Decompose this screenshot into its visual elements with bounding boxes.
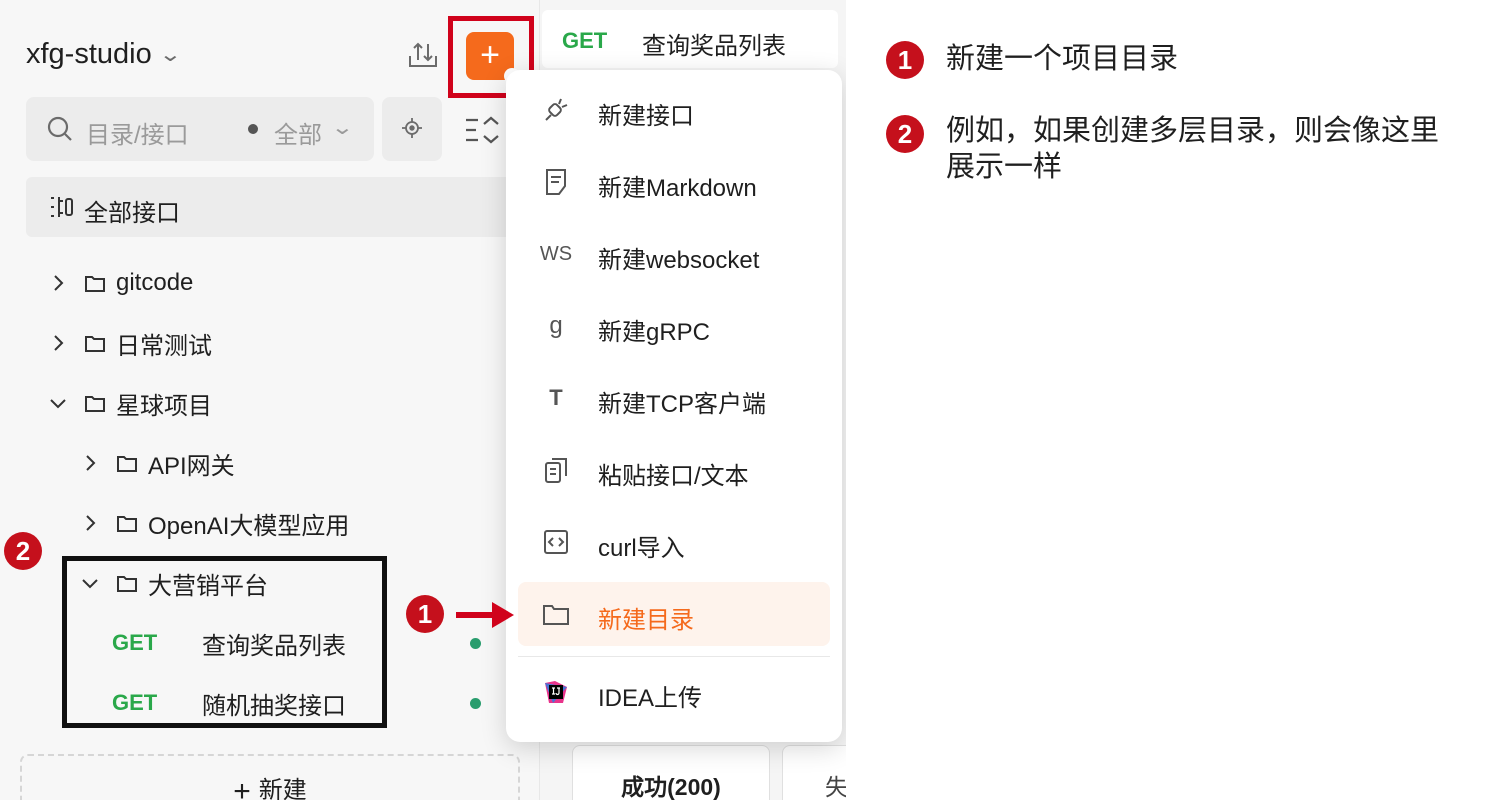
note-badge-2: 2 bbox=[886, 115, 924, 153]
menu-label: 新建TCP客户端 bbox=[598, 391, 766, 418]
chevron-right-icon bbox=[54, 275, 64, 291]
plus-icon: + bbox=[233, 775, 251, 800]
search-input[interactable]: 目录/接口 全部 ⌄ bbox=[26, 97, 374, 161]
highlight-box-group bbox=[62, 556, 387, 728]
project-switcher[interactable]: xfg-studio ⌄ bbox=[26, 38, 182, 71]
all-api-label: 全部接口 bbox=[84, 200, 180, 227]
chevron-down-icon: ⌄ bbox=[330, 117, 355, 139]
menu-label: 粘贴接口/文本 bbox=[598, 463, 749, 490]
sidebar: xfg-studio ⌄ + 目录/接口 全部 ⌄ 全部接口 gitcode 日… bbox=[0, 0, 540, 800]
filter-dot-icon bbox=[248, 124, 258, 134]
note-badge-1: 1 bbox=[886, 41, 924, 79]
grpc-icon: g bbox=[549, 312, 563, 339]
tree-label: API网关 bbox=[148, 452, 235, 480]
response-tab-success[interactable]: 成功(200) bbox=[572, 745, 770, 800]
ws-icon: WS bbox=[539, 242, 573, 265]
code-icon bbox=[542, 528, 570, 556]
annotation-badge-1: 1 bbox=[406, 595, 444, 633]
annotation-badge-2: 2 bbox=[4, 532, 42, 570]
menu-label: 新建目录 bbox=[598, 607, 694, 634]
note-2: 例如，如果创建多层目录，则会像这里展示一样 bbox=[946, 115, 1440, 183]
tree-label: gitcode bbox=[116, 269, 194, 296]
menu-item-idea-upload[interactable]: IDEA上传 bbox=[518, 660, 830, 724]
menu-label: 新建Markdown bbox=[598, 175, 757, 202]
status-dot bbox=[470, 638, 481, 649]
folder-icon bbox=[85, 276, 105, 292]
menu-label: 新建websocket bbox=[598, 247, 760, 274]
chevron-down-icon bbox=[50, 399, 66, 409]
chevron-right-icon bbox=[86, 515, 96, 531]
menu-item-new-api[interactable]: 新建接口 bbox=[518, 78, 830, 142]
tree-label: OpenAI大模型应用 bbox=[148, 512, 350, 540]
folder-icon bbox=[85, 396, 105, 412]
request-tab[interactable]: GET 查询奖品列表 bbox=[542, 10, 838, 68]
method-badge: GET bbox=[562, 28, 608, 53]
folder-icon bbox=[85, 336, 105, 352]
search-placeholder: 目录/接口 bbox=[86, 122, 189, 149]
tree-folder-openai[interactable]: OpenAI大模型应用 bbox=[80, 503, 349, 543]
sort-icon[interactable] bbox=[462, 110, 502, 150]
menu-label: IDEA上传 bbox=[598, 685, 703, 712]
filter-select[interactable]: 全部 bbox=[274, 115, 322, 150]
menu-label: 新建gRPC bbox=[598, 319, 711, 346]
document-edit-icon bbox=[542, 168, 570, 196]
status-dot bbox=[470, 698, 481, 709]
chevron-right-icon bbox=[54, 335, 64, 351]
new-button[interactable]: + 新建 bbox=[20, 754, 520, 800]
new-button-label: 新建 bbox=[258, 777, 307, 800]
note-1: 新建一个项目目录 bbox=[946, 43, 1179, 75]
project-title: xfg-studio bbox=[26, 38, 152, 70]
folder-icon bbox=[542, 600, 570, 628]
tab-title: 查询奖品列表 bbox=[642, 33, 786, 60]
tree-folder-api-gateway[interactable]: API网关 bbox=[80, 443, 235, 483]
tcp-icon: T bbox=[549, 385, 563, 410]
plug-icon bbox=[542, 96, 570, 124]
menu-divider bbox=[518, 656, 830, 657]
chevron-right-icon bbox=[86, 455, 96, 471]
app-window: xfg-studio ⌄ + 目录/接口 全部 ⌄ 全部接口 gitcode 日… bbox=[0, 0, 846, 800]
tree-label: 日常测试 bbox=[116, 332, 212, 360]
paste-icon bbox=[542, 456, 570, 484]
locate-button[interactable] bbox=[382, 97, 442, 161]
menu-item-curl-import[interactable]: curl导入 bbox=[518, 510, 830, 574]
response-tab-fail[interactable]: 失 bbox=[782, 745, 846, 800]
annotation-arrow-icon bbox=[456, 602, 514, 628]
menu-item-new-websocket[interactable]: WS 新建websocket bbox=[518, 222, 830, 286]
tree-label: 星球项目 bbox=[116, 392, 212, 420]
tree-folder-planet-project[interactable]: 星球项目 bbox=[48, 383, 212, 423]
api-list-icon bbox=[51, 197, 73, 217]
intellij-icon bbox=[542, 678, 570, 706]
tree-folder-gitcode[interactable]: gitcode bbox=[48, 263, 193, 303]
search-icon bbox=[47, 116, 72, 141]
menu-label: 新建接口 bbox=[598, 103, 694, 130]
folder-icon bbox=[117, 456, 137, 472]
menu-item-new-grpc[interactable]: g 新建gRPC bbox=[518, 294, 830, 358]
menu-item-new-tcp[interactable]: T 新建TCP客户端 bbox=[518, 366, 830, 430]
chevron-down-icon: ⌄ bbox=[158, 44, 182, 66]
tree-folder-daily-test[interactable]: 日常测试 bbox=[48, 323, 212, 363]
menu-label: curl导入 bbox=[598, 535, 685, 562]
menu-item-new-markdown[interactable]: 新建Markdown bbox=[518, 150, 830, 214]
locate-icon bbox=[402, 118, 422, 138]
add-menu: 新建接口 新建Markdown WS 新建websocket g 新建gRPC … bbox=[506, 70, 842, 742]
folder-icon bbox=[117, 516, 137, 532]
import-export-icon[interactable] bbox=[406, 38, 440, 72]
menu-item-new-folder[interactable]: 新建目录 bbox=[518, 582, 830, 646]
menu-item-paste[interactable]: 粘贴接口/文本 bbox=[518, 438, 830, 502]
all-api-item[interactable]: 全部接口 bbox=[26, 177, 526, 237]
